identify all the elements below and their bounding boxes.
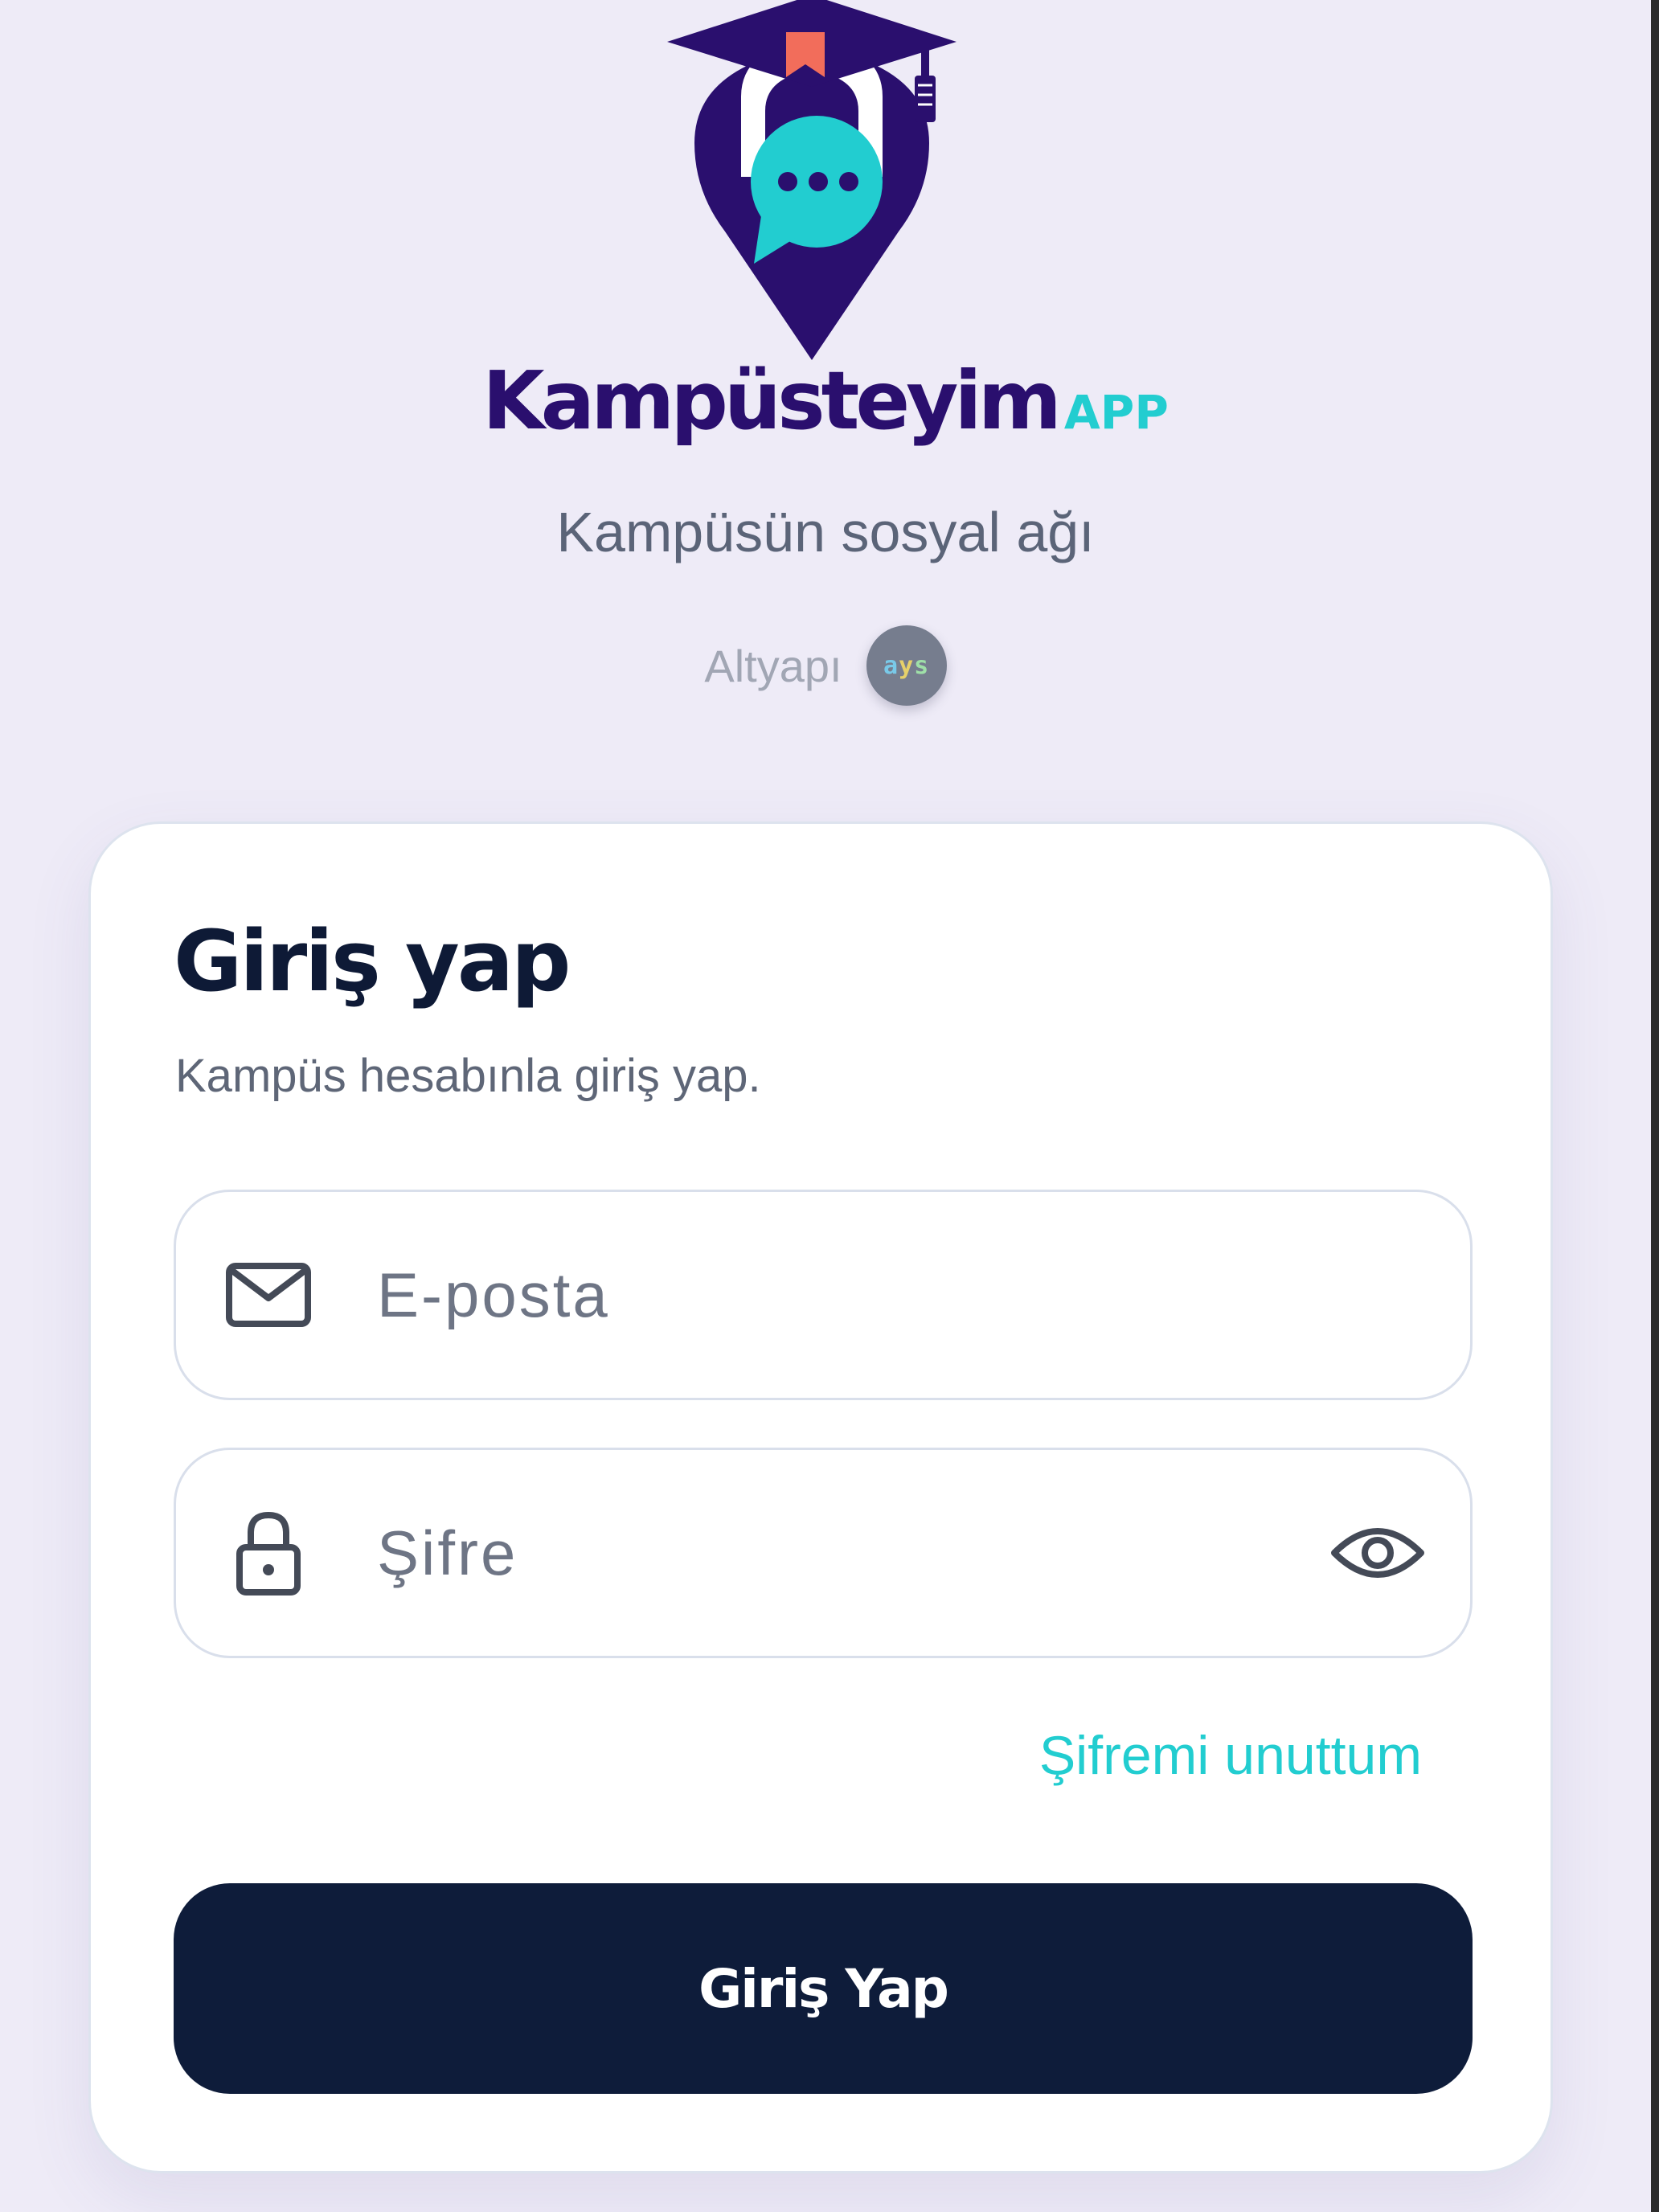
login-card: Giriş yap Kampüs hesabınla giriş yap. E-… (88, 821, 1553, 2173)
powered-by-label: Altyapı (704, 640, 842, 691)
login-button[interactable]: Giriş Yap (174, 1883, 1473, 2094)
password-field[interactable] (174, 1448, 1473, 1658)
brand-suffix: APP (1063, 385, 1169, 440)
powered-by-logo: ays (866, 625, 947, 706)
brand-name: Kampüsteyim (482, 354, 1062, 448)
email-input[interactable] (377, 1192, 1301, 1398)
mail-icon (224, 1251, 313, 1339)
lock-icon (224, 1509, 313, 1597)
login-subtitle: Kampüs hesabınla giriş yap. (175, 1050, 761, 1102)
login-title: Giriş yap (174, 912, 571, 1010)
window-edge (1651, 0, 1659, 2212)
password-input[interactable] (377, 1450, 1301, 1656)
powered-by: Altyapı ays (0, 625, 1651, 706)
email-field[interactable] (174, 1190, 1473, 1400)
tagline: Kampüsün sosyal ağı (556, 501, 1095, 563)
eye-icon[interactable] (1325, 1509, 1430, 1597)
forgot-password-link[interactable]: Şifremi unuttum (1039, 1724, 1422, 1787)
logo-pin-icon (667, 0, 956, 360)
brand-wordmark: Kampüsteyim APP (0, 354, 1651, 448)
app-logo (659, 0, 965, 370)
